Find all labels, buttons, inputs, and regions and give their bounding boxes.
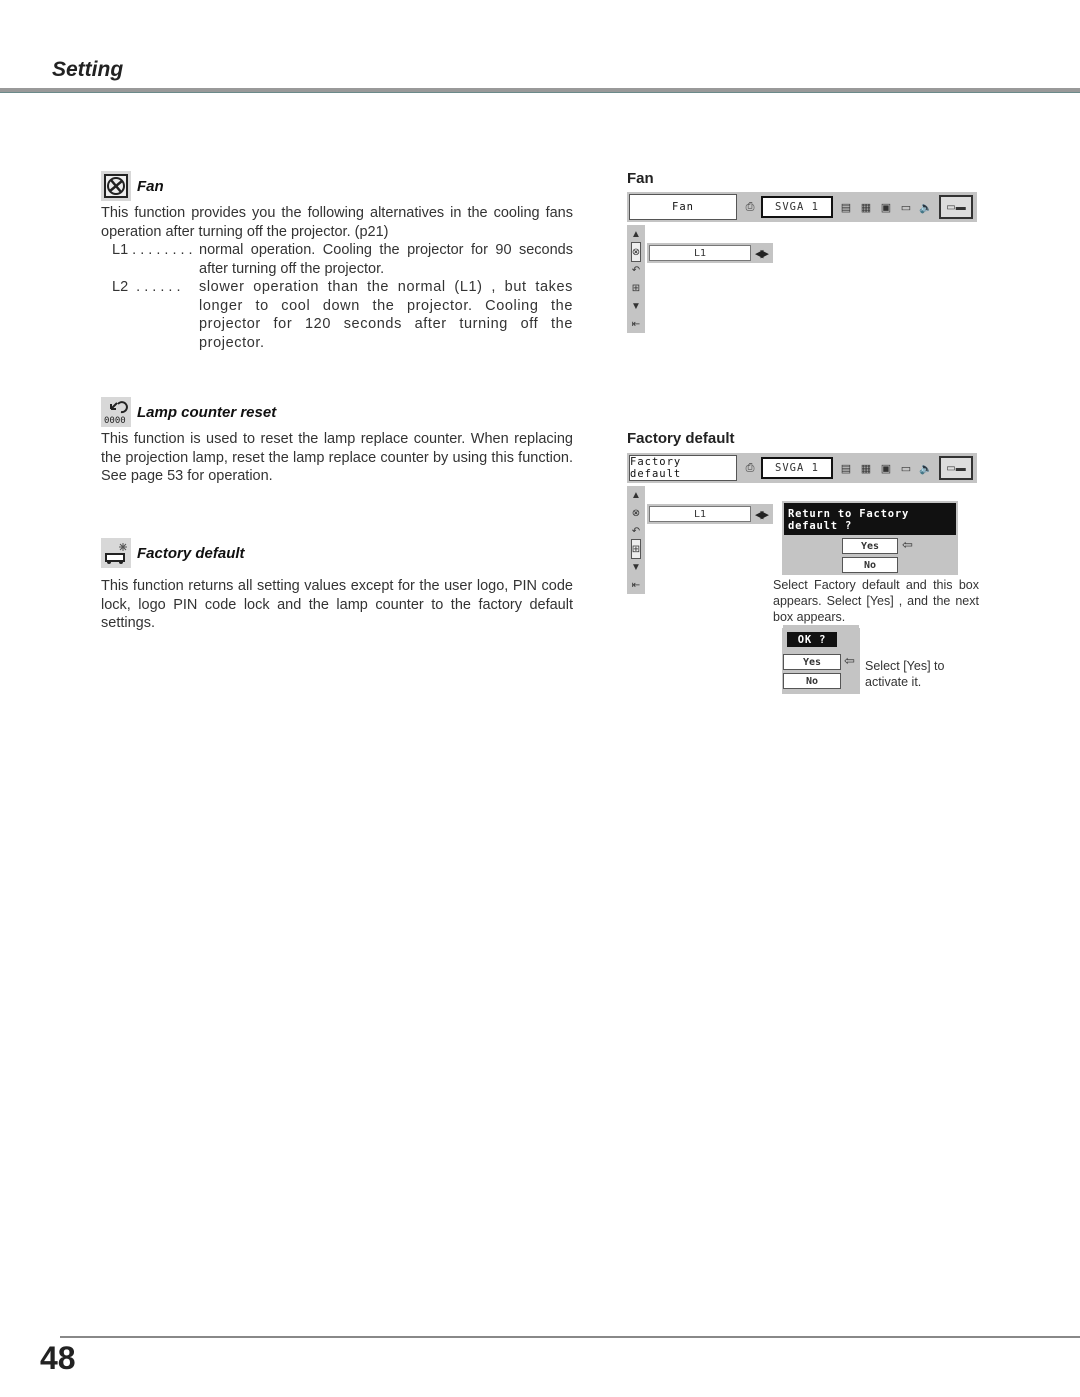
lamp-counter-reset-icon[interactable]: ↶	[632, 522, 640, 540]
option-desc: normal operation. Cooling the projector …	[199, 242, 573, 277]
computer-adjust-icon[interactable]: ▤	[839, 200, 853, 214]
fan-value-bar: L1 ◀▶	[647, 243, 773, 263]
yes-button[interactable]: Yes	[783, 654, 841, 670]
dialog-title: Return to Factory default ?	[784, 503, 956, 535]
fan-option-l1: L1 . . . . . . . . normal operation. Coo…	[101, 241, 573, 278]
image-select-icon[interactable]: ▦	[859, 461, 873, 475]
screen-icon[interactable]: ▭	[899, 200, 913, 214]
fan-icon	[101, 171, 131, 201]
lamp-counter-reset-icon[interactable]: ↶	[632, 261, 640, 279]
page-number: 48	[40, 1340, 76, 1376]
scroll-up-icon[interactable]: ▲	[631, 225, 641, 243]
fan-icon[interactable]: ⊗	[630, 242, 642, 262]
lamp-description: This function is used to reset the lamp …	[101, 431, 573, 484]
sound-icon[interactable]: 🔈	[919, 461, 933, 475]
no-button[interactable]: No	[842, 557, 898, 573]
option-key: L2 . . . . . .	[112, 279, 181, 295]
image-select-icon[interactable]: ▦	[859, 200, 873, 214]
image-adjust-icon[interactable]: ▣	[879, 200, 893, 214]
input-icon[interactable]: ⎙	[743, 461, 757, 475]
factory-default-icon[interactable]: ⊞	[630, 539, 642, 559]
lamp-counter-reset-icon: 0000	[101, 397, 131, 427]
option-desc: slower operation than the normal (L1) , …	[199, 279, 573, 351]
input-icon[interactable]: ⎙	[743, 200, 757, 214]
factory-default-icon[interactable]: ⊞	[632, 279, 640, 297]
fan-value[interactable]: L1	[649, 506, 751, 522]
menu-bar: Fan ⎙ SVGA 1 ▤ ▦ ▣ ▭ 🔈 ▭▬	[627, 192, 977, 222]
menu-sidebar: ▲ ⊗ ↶ ⊞ ▼ ⇤	[627, 225, 645, 333]
computer-adjust-icon[interactable]: ▤	[839, 461, 853, 475]
fan-figure-title: Fan	[627, 170, 654, 187]
dialog2-caption: Select [Yes] to activate it.	[865, 659, 945, 689]
left-right-arrow-icon[interactable]: ◀▶	[755, 247, 769, 260]
lamp-section-title: Lamp counter reset	[137, 403, 277, 421]
fan-value[interactable]: L1	[649, 245, 751, 261]
no-button[interactable]: No	[783, 673, 841, 689]
scroll-up-icon[interactable]: ▲	[631, 486, 641, 504]
page-header-title: Setting	[52, 58, 124, 81]
factory-default-icon	[101, 538, 131, 568]
setting-icon[interactable]: ▭▬	[939, 456, 973, 480]
pointer-arrow-icon: ⇦	[844, 653, 855, 668]
menu-label: Fan	[629, 194, 737, 220]
sound-icon[interactable]: 🔈	[919, 200, 933, 214]
header-rule	[0, 88, 1080, 93]
scroll-down-icon[interactable]: ▼	[631, 558, 641, 576]
lamp-section-heading: 0000 Lamp counter reset	[101, 397, 276, 427]
image-adjust-icon[interactable]: ▣	[879, 461, 893, 475]
factory-section-title: Factory default	[137, 544, 245, 562]
menu-sidebar: ▲ ⊗ ↶ ⊞ ▼ ⇤	[627, 486, 645, 594]
dialog-title: OK ?	[787, 632, 837, 647]
screen-icon[interactable]: ▭	[899, 461, 913, 475]
factory-description: This function returns all setting values…	[101, 578, 573, 631]
return-to-factory-dialog: Return to Factory default ? Yes ⇦ No	[782, 501, 958, 575]
scroll-down-icon[interactable]: ▼	[631, 297, 641, 315]
fan-description: This function provides you the following…	[101, 205, 573, 240]
left-right-arrow-icon[interactable]: ◀▶	[755, 508, 769, 521]
menu-bar: Factory default ⎙ SVGA 1 ▤ ▦ ▣ ▭ 🔈 ▭▬	[627, 453, 977, 483]
footer-rule	[60, 1336, 1080, 1338]
exit-icon[interactable]: ⇤	[632, 576, 640, 594]
factory-figure-title: Factory default	[627, 430, 735, 447]
setting-icon[interactable]: ▭▬	[939, 195, 973, 219]
pointer-arrow-icon: ⇦	[902, 537, 913, 552]
fan-value-bar: L1 ◀▶	[647, 504, 773, 524]
yes-button[interactable]: Yes	[842, 538, 898, 554]
svg-text:0000: 0000	[104, 416, 126, 425]
fan-section-title: Fan	[137, 177, 164, 195]
fan-menu-screen: Fan ⎙ SVGA 1 ▤ ▦ ▣ ▭ 🔈 ▭▬ ▲ ⊗ ↶ ⊞ ▼ ⇤ L1…	[627, 192, 977, 333]
source-label: SVGA 1	[761, 196, 833, 218]
source-label: SVGA 1	[761, 457, 833, 479]
fan-section-body: This function provides you the following…	[101, 204, 573, 352]
fan-section-heading: Fan	[101, 171, 164, 201]
menu-label: Factory default	[629, 455, 737, 481]
dialog1-caption: Select Factory default and this box appe…	[773, 578, 979, 624]
fan-icon[interactable]: ⊗	[632, 504, 640, 522]
factory-section-heading: Factory default	[101, 538, 245, 568]
fan-option-l2: L2 . . . . . . slower operation than the…	[101, 278, 573, 352]
exit-icon[interactable]: ⇤	[632, 315, 640, 333]
option-key: L1 . . . . . . . .	[112, 242, 193, 258]
